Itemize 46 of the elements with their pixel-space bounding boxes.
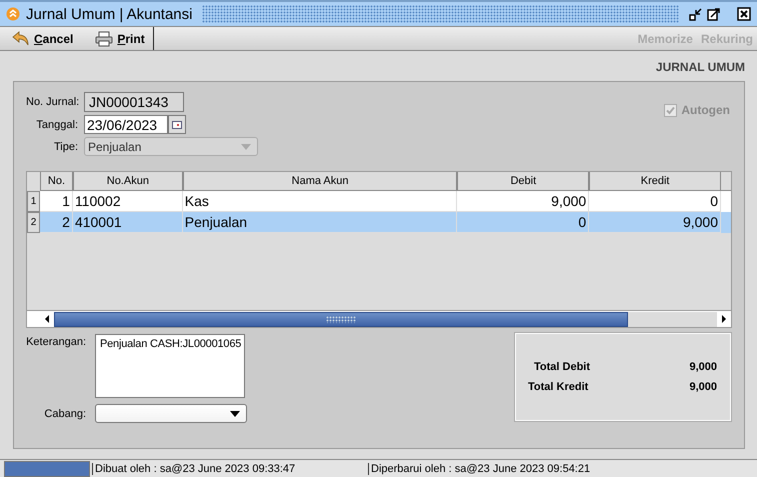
- field-label: Keterangan:: [26, 335, 86, 350]
- horizontal-scrollbar[interactable]: [27, 310, 731, 327]
- column-header[interactable]: Nama Akun: [182, 172, 458, 191]
- column-header[interactable]: Kredit: [589, 172, 722, 191]
- field-label: Tanggal:: [35, 118, 78, 130]
- journal-number-field: JN00001343: [84, 92, 184, 112]
- calendar-button[interactable]: [168, 115, 186, 134]
- column-header[interactable]: No.Akun: [72, 172, 183, 191]
- table-row[interactable]: 2 2 410001 Penjualan 0 9,000: [27, 212, 731, 233]
- table-cell: Penjualan: [182, 212, 458, 233]
- field-label: Tipe:: [52, 140, 78, 152]
- print-button[interactable]: Print: [87, 27, 153, 50]
- calendar-icon: [172, 120, 182, 128]
- date-field[interactable]: 23/06/2023: [84, 115, 168, 134]
- table-cell: 2: [40, 212, 73, 233]
- maximize-icon[interactable]: [707, 7, 721, 21]
- column-header[interactable]: Debit: [457, 172, 590, 191]
- window-title: Jurnal Umum | Akuntansi: [26, 6, 192, 22]
- total-label: Total Debit: [533, 361, 590, 373]
- close-icon[interactable]: [737, 7, 751, 21]
- branch-dropdown[interactable]: [95, 404, 247, 423]
- caret-icon: [230, 410, 240, 416]
- table-row[interactable]: 1 1 110002 Kas 9,000 0: [27, 191, 731, 212]
- row-header: 2: [27, 212, 40, 233]
- row-header: 1: [27, 191, 40, 212]
- field-label: No. Jurnal:: [26, 96, 78, 108]
- total-value: 9,000: [689, 361, 717, 373]
- notes-field[interactable]: Penjualan CASH:JL00001065: [95, 334, 245, 398]
- table-cell: 410001: [72, 212, 183, 233]
- app-logo-icon: [6, 7, 20, 21]
- cancel-button[interactable]: Cancel: [4, 27, 82, 50]
- table-cell: 9,000: [589, 212, 722, 233]
- caret-icon: [241, 144, 251, 150]
- printer-icon: [95, 30, 114, 46]
- back-arrow-icon: [12, 30, 30, 46]
- form-title: JURNAL UMUM: [656, 59, 745, 76]
- column-header[interactable]: No.: [40, 172, 73, 191]
- status-text: Dibuat oleh : sa@23 June 2023 09:33:47: [92, 462, 368, 474]
- total-value: 9,000: [689, 381, 717, 393]
- table-cell: 0: [457, 212, 590, 233]
- field-label: Cabang:: [43, 408, 86, 420]
- restore-icon[interactable]: [689, 7, 703, 21]
- total-label: Total Kredit: [528, 381, 588, 393]
- status-text: Diperbarui oleh : sa@23 June 2023 09:54:21: [368, 462, 644, 474]
- scroll-thumb[interactable]: [54, 312, 628, 326]
- checkmark-icon: [665, 104, 676, 116]
